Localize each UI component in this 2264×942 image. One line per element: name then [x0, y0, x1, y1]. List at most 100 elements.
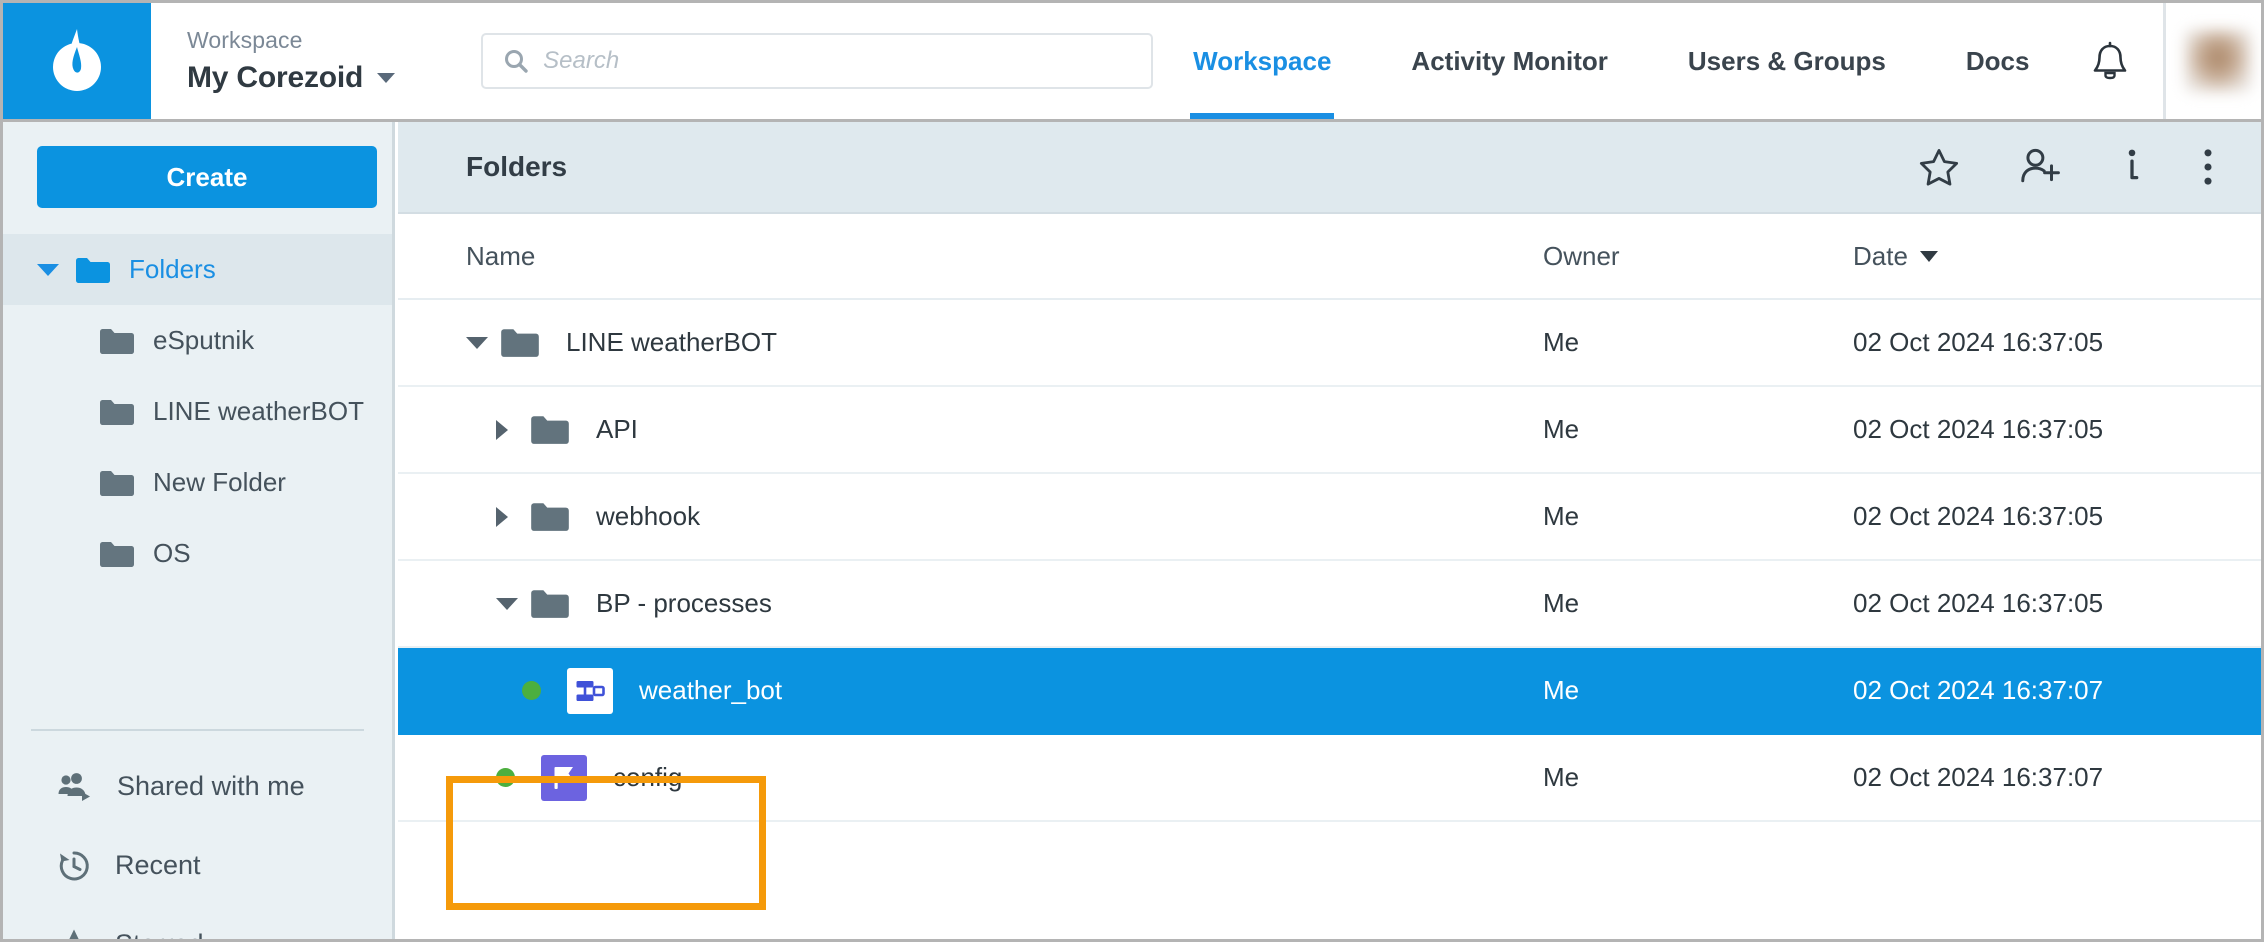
- row-name-label: BP - processes: [596, 588, 772, 618]
- row-date: 02 Oct 2024 16:37:05: [1853, 501, 2104, 531]
- chevron-right-icon[interactable]: [496, 419, 530, 440]
- create-section: Create: [3, 122, 392, 234]
- sidebar-link-label: Recent: [115, 850, 201, 880]
- more-vertical-icon[interactable]: [2201, 147, 2215, 187]
- folder-icon: [500, 327, 540, 358]
- state-diagram-flag-icon: [541, 754, 587, 801]
- sidebar-folders-label: Folders: [129, 254, 216, 284]
- sidebar-item-recent[interactable]: Recent: [3, 826, 392, 905]
- folder-icon: [99, 327, 135, 355]
- corezoid-logo[interactable]: [3, 3, 151, 119]
- search-icon: [505, 50, 528, 73]
- panel-toolbar: [1919, 147, 2215, 187]
- sidebar-link-label: Starred: [115, 929, 204, 939]
- row-name-label: LINE weatherBOT: [566, 327, 777, 357]
- row-date: 02 Oct 2024 16:37:05: [1853, 414, 2104, 444]
- nav-item-users-groups[interactable]: Users & Groups: [1688, 3, 1886, 119]
- table-row[interactable]: LINE weatherBOT Me 02 Oct 2024 16:37:05: [398, 300, 2261, 387]
- main-nav: Workspace Activity Monitor Users & Group…: [1153, 3, 2163, 119]
- row-date: 02 Oct 2024 16:37:07: [1853, 675, 2104, 705]
- table-row[interactable]: weather_bot Me 02 Oct 2024 16:37:07: [398, 648, 2261, 735]
- content-panel: Folders Name Owner Date LINE weatherBOT …: [398, 122, 2261, 939]
- folder-icon: [99, 469, 135, 497]
- row-name-cell: API: [398, 414, 1543, 445]
- row-name-label: config: [613, 762, 683, 792]
- folders-tree: Folders eSputnik LINE weatherBOT New Fol…: [3, 234, 392, 589]
- table-row[interactable]: BP - processes Me 02 Oct 2024 16:37:05: [398, 561, 2261, 648]
- corezoid-workspace-app: Workspace My Corezoid Search Workspace A…: [0, 0, 2264, 942]
- status-dot-active: [522, 681, 541, 700]
- process-icon: [567, 667, 613, 714]
- sidebar-folder-esputnik[interactable]: eSputnik: [3, 305, 392, 376]
- chevron-down-icon[interactable]: [496, 597, 530, 610]
- left-sidebar: Create Folders eSputnik LINE weatherBOT …: [3, 122, 395, 939]
- row-owner: Me: [1543, 501, 1580, 531]
- row-name-cell: weather_bot: [398, 667, 1543, 714]
- people-share-icon: [58, 772, 90, 801]
- top-navigation-bar: Workspace My Corezoid Search Workspace A…: [3, 3, 2261, 122]
- notifications-button[interactable]: [2091, 41, 2129, 81]
- chevron-right-icon[interactable]: [496, 506, 530, 527]
- nav-item-activity-monitor[interactable]: Activity Monitor: [1411, 3, 1607, 119]
- row-owner: Me: [1543, 675, 1580, 705]
- row-name-cell: config: [398, 754, 1543, 801]
- folder-icon: [99, 540, 135, 568]
- add-person-icon[interactable]: [2017, 147, 2063, 187]
- panel-header: Folders: [398, 122, 2261, 214]
- sidebar-folder-line-weatherbot[interactable]: LINE weatherBOT: [3, 376, 392, 447]
- sidebar-item-folders[interactable]: Folders: [3, 234, 392, 305]
- sidebar-links: Shared with me Recent Starred: [3, 731, 392, 939]
- folder-icon: [75, 256, 111, 284]
- folder-icon: [530, 501, 570, 532]
- folder-icon: [99, 398, 135, 426]
- sidebar-item-shared-with-me[interactable]: Shared with me: [3, 747, 392, 826]
- status-dot-active: [496, 768, 515, 787]
- row-name-cell: BP - processes: [398, 588, 1543, 619]
- row-name-label: weather_bot: [639, 675, 783, 705]
- search-area: Search: [481, 3, 1154, 119]
- row-date: 02 Oct 2024 16:37:05: [1853, 327, 2104, 357]
- sidebar-link-label: Shared with me: [117, 771, 305, 801]
- row-name-label: API: [596, 414, 638, 444]
- row-owner: Me: [1543, 588, 1580, 618]
- folder-icon: [530, 414, 570, 445]
- nav-item-workspace[interactable]: Workspace: [1190, 3, 1335, 119]
- star-filled-icon: [69, 929, 79, 939]
- corezoid-drop-logo-icon: [53, 29, 101, 91]
- table-row[interactable]: API Me 02 Oct 2024 16:37:05: [398, 387, 2261, 474]
- column-header-owner[interactable]: Owner: [1543, 241, 1853, 272]
- sidebar-folder-new-folder[interactable]: New Folder: [3, 447, 392, 518]
- table-row[interactable]: webhook Me 02 Oct 2024 16:37:05: [398, 474, 2261, 561]
- sidebar-folder-label: New Folder: [153, 467, 286, 497]
- row-owner: Me: [1543, 414, 1580, 444]
- sidebar-folder-label: eSputnik: [153, 325, 255, 355]
- sidebar-folder-label: LINE weatherBOT: [153, 396, 364, 426]
- row-date: 02 Oct 2024 16:37:07: [1853, 762, 2104, 792]
- user-avatar-button[interactable]: [2166, 3, 2261, 119]
- search-input[interactable]: Search: [543, 47, 619, 75]
- create-button[interactable]: Create: [37, 146, 377, 208]
- sidebar-folder-os[interactable]: OS: [3, 518, 392, 589]
- column-header-date[interactable]: Date: [1853, 241, 2261, 272]
- info-icon[interactable]: [2121, 147, 2143, 187]
- nav-item-docs[interactable]: Docs: [1966, 3, 2030, 119]
- table-header: Name Owner Date: [398, 214, 2261, 300]
- chevron-down-icon[interactable]: [466, 336, 500, 349]
- column-header-name[interactable]: Name: [398, 241, 1543, 272]
- row-date: 02 Oct 2024 16:37:05: [1853, 588, 2104, 618]
- chevron-down-icon[interactable]: [33, 263, 63, 276]
- chevron-down-icon[interactable]: [377, 73, 396, 83]
- sidebar-folder-label: OS: [153, 538, 191, 568]
- row-owner: Me: [1543, 327, 1580, 357]
- table-row[interactable]: config Me 02 Oct 2024 16:37:07: [398, 735, 2261, 822]
- search-box[interactable]: Search: [481, 33, 1154, 89]
- star-outline-icon[interactable]: [1919, 148, 1959, 187]
- bell-icon: [2094, 41, 2127, 80]
- history-clock-icon: [59, 850, 89, 880]
- page-title: Folders: [466, 151, 568, 182]
- workspace-selector[interactable]: Workspace My Corezoid: [151, 3, 396, 119]
- user-avatar: [2185, 30, 2252, 92]
- row-owner: Me: [1543, 762, 1580, 792]
- sort-descending-icon[interactable]: [1919, 250, 1938, 262]
- sidebar-item-starred[interactable]: Starred: [3, 905, 392, 939]
